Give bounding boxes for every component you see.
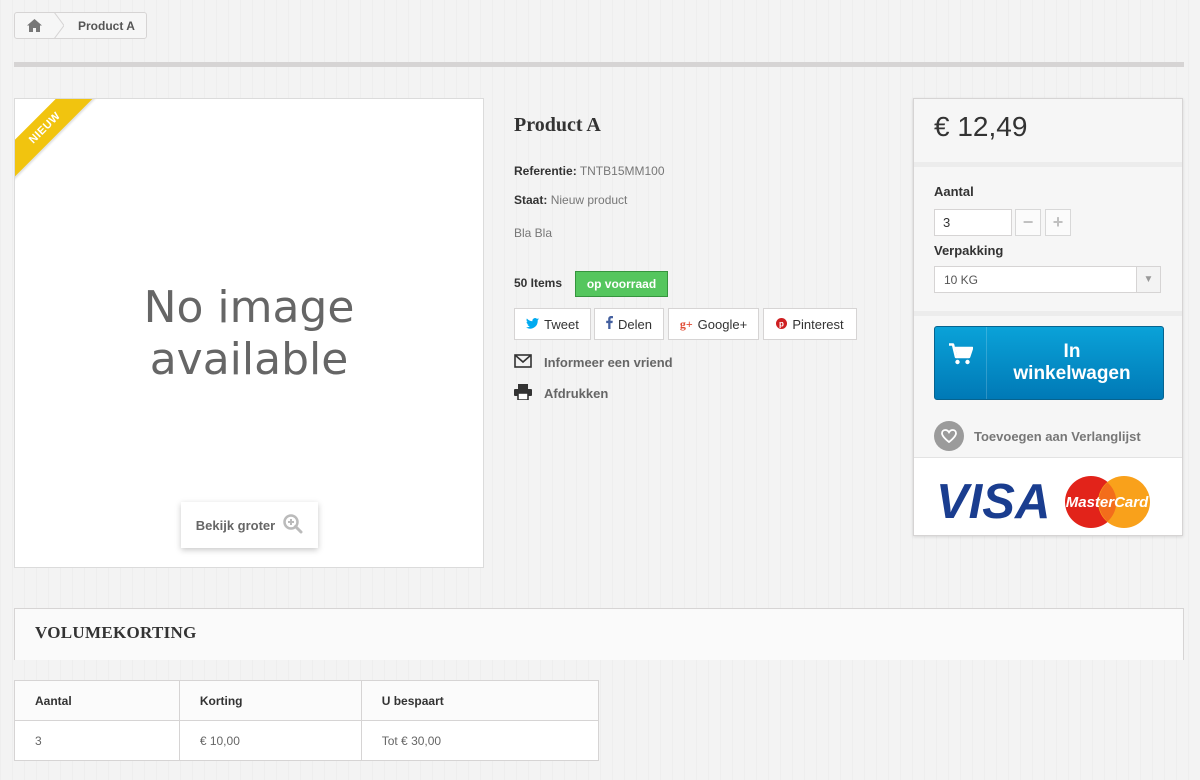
- condition-value: Nieuw product: [550, 193, 628, 207]
- column-header-savings: U bespaart: [360, 680, 600, 721]
- product-image-box[interactable]: NIEUW No image available Bekijk groter: [14, 98, 484, 568]
- add-to-cart-line1: In: [1063, 341, 1081, 362]
- column-header-quantity: Aantal: [14, 680, 180, 721]
- pinterest-icon: p: [776, 317, 788, 332]
- print-link[interactable]: Afdrukken: [514, 384, 608, 403]
- payment-logos: VISA MasterCard: [914, 457, 1182, 535]
- packaging-select[interactable]: 10 KG ▼: [934, 266, 1161, 293]
- price-separator: [914, 162, 1182, 167]
- home-icon: [27, 19, 42, 32]
- product-title: Product A: [514, 114, 601, 136]
- volume-discount-panel: VOLUMEKORTING: [14, 608, 1184, 660]
- buy-box: € 12,49 Aantal 3 − + Verpakking 10 KG ▼ …: [913, 98, 1183, 536]
- twitter-icon: [526, 317, 540, 332]
- wishlist-label: Toevoegen aan Verlanglijst: [974, 428, 1141, 444]
- envelope-icon: [514, 354, 532, 371]
- top-divider: [14, 62, 1184, 67]
- condition-line: Staat: Nieuw product: [514, 193, 627, 207]
- product-description: Bla Bla: [514, 226, 553, 240]
- pinterest-button[interactable]: p Pinterest: [763, 308, 857, 340]
- svg-text:p: p: [779, 319, 784, 328]
- new-badge: NIEUW: [15, 99, 97, 180]
- no-image-line1: No image: [143, 282, 355, 333]
- stock-count: 50 Items: [514, 276, 563, 290]
- cell-discount: € 10,00: [178, 720, 362, 761]
- breadcrumb: Product A: [14, 12, 147, 39]
- facebook-icon: [606, 316, 614, 332]
- breadcrumb-home-link[interactable]: [15, 12, 64, 39]
- add-to-cart-button[interactable]: In winkelwagen: [934, 326, 1164, 400]
- facebook-share-button[interactable]: Delen: [594, 308, 664, 340]
- print-label: Afdrukken: [544, 386, 609, 401]
- reference-value: TNTB15MM100: [579, 164, 665, 178]
- condition-label: Staat:: [514, 193, 548, 207]
- packaging-value: 10 KG: [944, 272, 979, 287]
- mastercard-logo: MasterCard: [1066, 494, 1149, 511]
- heart-icon: [934, 421, 964, 451]
- column-header-discount: Korting: [178, 680, 362, 721]
- volume-discount-table: Aantal Korting U bespaart 3 € 10,00 Tot …: [14, 680, 600, 761]
- table-row: 3 € 10,00 Tot € 30,00: [14, 720, 600, 761]
- no-image-placeholder: No image available: [15, 282, 483, 386]
- print-icon: [514, 384, 532, 403]
- cart-icon: [935, 327, 987, 399]
- quantity-label: Aantal: [934, 184, 974, 199]
- quantity-decrease-button[interactable]: −: [1015, 209, 1041, 236]
- inform-friend-link[interactable]: Informeer een vriend: [514, 354, 673, 371]
- google-plus-label: Google+: [697, 316, 748, 332]
- quantity-input[interactable]: 3: [934, 209, 1012, 236]
- tweet-label: Tweet: [544, 316, 579, 332]
- availability-badge: op voorraad: [575, 271, 668, 297]
- add-to-cart-label: In winkelwagen: [987, 341, 1163, 385]
- inform-friend-label: Informeer een vriend: [544, 355, 673, 370]
- visa-mastercard-logo: VISA MasterCard: [936, 475, 1150, 529]
- quantity-increase-button[interactable]: +: [1045, 209, 1071, 236]
- visa-logo: VISA: [936, 475, 1050, 529]
- packaging-label: Verpakking: [934, 243, 1004, 258]
- view-larger-button[interactable]: Bekijk groter: [181, 502, 318, 548]
- google-plus-icon: g+: [679, 316, 693, 331]
- new-ribbon: NIEUW: [15, 99, 105, 189]
- reference-label: Referentie:: [514, 164, 577, 178]
- add-to-cart-line2: winkelwagen: [1013, 363, 1131, 384]
- view-larger-label: Bekijk groter: [195, 517, 276, 533]
- product-price: € 12,49: [934, 111, 1028, 142]
- chevron-down-icon: ▼: [1136, 267, 1160, 292]
- zoom-in-icon: [283, 513, 303, 537]
- cell-quantity: 3: [14, 720, 180, 761]
- pinterest-label: Pinterest: [792, 316, 844, 332]
- table-header-row: Aantal Korting U bespaart: [14, 680, 600, 721]
- google-plus-button[interactable]: g+ Google+: [668, 308, 759, 340]
- volume-discount-title: VOLUMEKORTING: [35, 623, 197, 642]
- reference-line: Referentie: TNTB15MM100: [514, 164, 665, 178]
- breadcrumb-current: Product A: [78, 18, 135, 33]
- tweet-button[interactable]: Tweet: [514, 308, 591, 340]
- facebook-share-label: Delen: [618, 316, 652, 332]
- no-image-line2: available: [149, 334, 349, 385]
- cell-savings: Tot € 30,00: [360, 720, 600, 761]
- cart-separator: [914, 311, 1182, 316]
- add-to-wishlist-link[interactable]: Toevoegen aan Verlanglijst: [934, 421, 1141, 451]
